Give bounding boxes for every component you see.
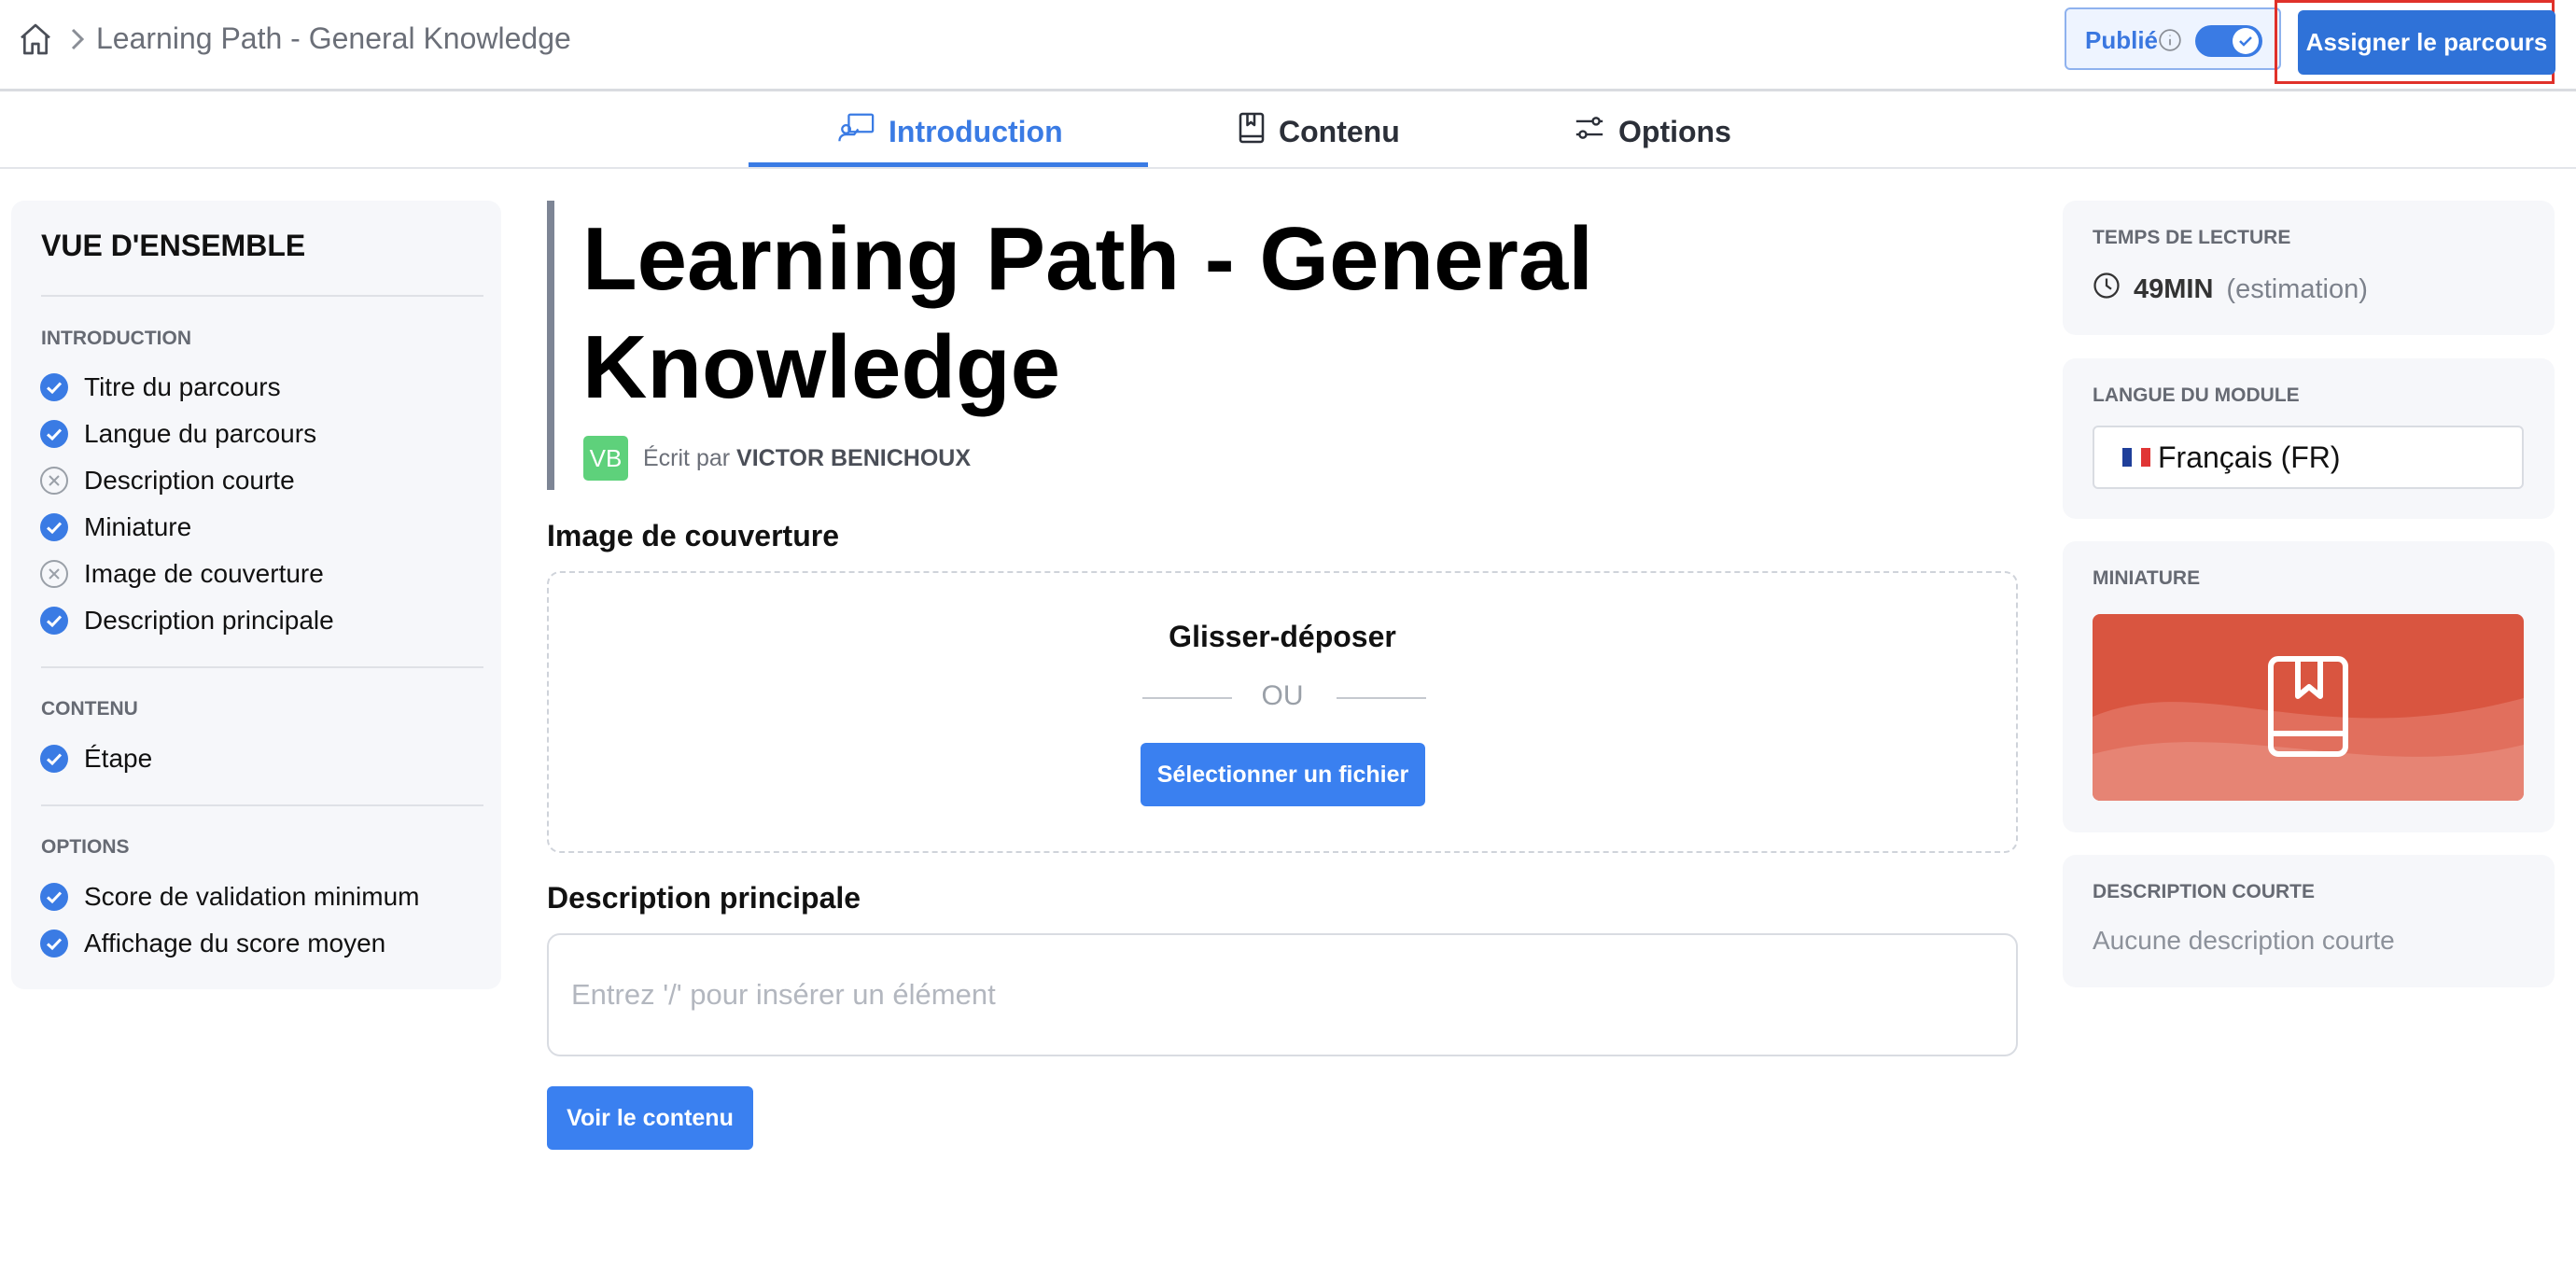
check-icon [39, 419, 69, 449]
dropzone-or: OU [1261, 680, 1304, 711]
thumbnail-label: MINIATURE [2093, 567, 2201, 589]
checklist-item[interactable]: Image de couverture [39, 555, 324, 593]
page-title[interactable]: Learning Path - General Knowledge [582, 205, 1609, 422]
checklist-item[interactable]: Titre du parcours [39, 369, 281, 406]
checklist-item[interactable]: Affichage du score moyen [39, 925, 385, 962]
item-label: Description principale [84, 606, 334, 635]
short-description-label: DESCRIPTION COURTE [2093, 881, 2316, 902]
section-label: OPTIONS [41, 836, 130, 858]
tab-label: Options [1618, 114, 1731, 148]
reading-time-label: TEMPS DE LECTURE [2093, 227, 2291, 248]
author-prefix: Écrit par [643, 444, 731, 471]
reading-time-panel: TEMPS DE LECTURE 49MIN (estimation) [2063, 201, 2555, 335]
reading-time: 49MIN (estimation) [2093, 272, 2368, 307]
item-label: Image de couverture [84, 559, 324, 588]
check-icon [39, 372, 69, 402]
tab-contenu[interactable]: Contenu [1238, 94, 1400, 169]
check-icon [39, 606, 69, 636]
check-icon [39, 512, 69, 542]
short-description-value[interactable]: Aucune description courte [2093, 926, 2395, 956]
item-label: Description courte [84, 466, 295, 495]
chevron-right-icon [67, 26, 86, 52]
item-label: Affichage du score moyen [84, 929, 386, 958]
checklist-item[interactable]: Description principale [39, 602, 334, 639]
divider [41, 295, 483, 297]
reading-time-value: 49MIN [2134, 273, 2214, 304]
info-icon[interactable] [2158, 28, 2182, 52]
thumbnail-image[interactable] [2093, 614, 2524, 801]
tab-bar: Introduction Contenu Options [0, 94, 2576, 169]
clock-icon [2093, 272, 2121, 307]
book-icon [1238, 111, 1266, 152]
section-label: INTRODUCTION [41, 328, 191, 349]
title-accent-bar [547, 201, 554, 490]
checklist-item[interactable]: Miniature [39, 509, 191, 546]
assign-highlight: Assigner le parcours [2275, 0, 2555, 84]
checklist-item[interactable]: Langue du parcours [39, 415, 316, 453]
active-tab-indicator [749, 162, 1148, 167]
cover-dropzone[interactable]: Glisser-déposer OU Sélectionner un fichi… [547, 571, 2018, 853]
published-label: Publié [2085, 26, 2159, 54]
item-label: Titre du parcours [84, 372, 281, 401]
home-icon[interactable] [17, 21, 54, 58]
breadcrumb-title: Learning Path - General Knowledge [96, 21, 571, 55]
thumbnail-panel: MINIATURE [2063, 541, 2555, 832]
author-name: VICTOR BENICHOUX [736, 444, 971, 471]
divider [41, 666, 483, 668]
view-content-button[interactable]: Voir le contenu [547, 1086, 753, 1150]
language-value: Français (FR) [2158, 440, 2341, 474]
description-heading: Description principale [547, 881, 861, 915]
checklist-item[interactable]: Étape [39, 740, 152, 777]
avatar: VB [583, 436, 628, 481]
language-select[interactable]: Français (FR) [2093, 426, 2524, 489]
dropzone-title: Glisser-déposer [1169, 620, 1396, 653]
section-label: CONTENU [41, 698, 138, 720]
x-circle-icon [39, 466, 69, 496]
reading-time-note: (estimation) [2226, 273, 2368, 304]
top-bar: Learning Path - General Knowledge Publié… [0, 0, 2576, 91]
overview-sidebar: VUE D'ENSEMBLE INTRODUCTION Titre du par… [11, 201, 501, 989]
checklist-item[interactable]: Description courte [39, 462, 295, 499]
sidebar-title: VUE D'ENSEMBLE [41, 229, 306, 262]
cover-heading: Image de couverture [547, 519, 839, 552]
title-line: Learning Path - General [582, 209, 1593, 309]
divider [41, 804, 483, 806]
select-file-button[interactable]: Sélectionner un fichier [1141, 743, 1425, 806]
divider [1337, 697, 1426, 699]
toggle-knob [2233, 28, 2259, 54]
checklist-item[interactable]: Score de validation minimum [39, 878, 420, 916]
presentation-icon [838, 111, 875, 152]
check-icon [39, 882, 69, 912]
tab-label: Contenu [1279, 114, 1400, 148]
publish-toggle[interactable] [2195, 25, 2262, 57]
x-circle-icon [39, 559, 69, 589]
author-line: VB Écrit par VICTOR BENICHOUX [583, 436, 971, 481]
item-label: Langue du parcours [84, 419, 317, 448]
item-label: Étape [84, 744, 153, 773]
sliders-icon [1574, 112, 1605, 151]
check-icon [39, 744, 69, 774]
item-label: Score de validation minimum [84, 882, 420, 911]
description-editor[interactable] [547, 933, 2018, 1056]
france-flag-icon [2122, 448, 2150, 467]
tab-options[interactable]: Options [1574, 94, 1731, 169]
check-icon [39, 929, 69, 958]
item-label: Miniature [84, 512, 192, 541]
assign-path-button[interactable]: Assigner le parcours [2298, 10, 2555, 75]
language-panel: LANGUE DU MODULE Français (FR) [2063, 358, 2555, 519]
tab-label: Introduction [889, 114, 1063, 148]
language-label: LANGUE DU MODULE [2093, 384, 2300, 406]
short-description-panel: DESCRIPTION COURTE Aucune description co… [2063, 855, 2555, 987]
tab-introduction[interactable]: Introduction [838, 94, 1063, 169]
title-line: Knowledge [582, 317, 1061, 417]
publish-status: Publié [2065, 7, 2281, 70]
